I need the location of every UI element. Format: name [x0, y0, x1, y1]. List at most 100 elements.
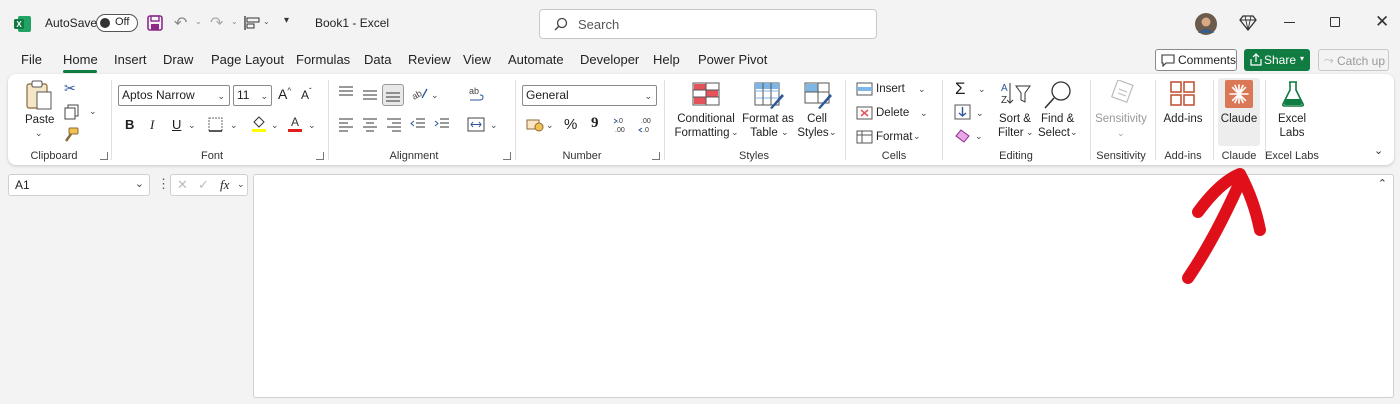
merge-center-icon[interactable] [467, 117, 485, 133]
tab-developer[interactable]: Developer [580, 52, 639, 67]
align-right-icon[interactable] [386, 118, 402, 132]
paste-icon[interactable] [25, 80, 53, 110]
font-color-icon[interactable]: A [287, 115, 303, 133]
align-center-icon[interactable] [362, 118, 378, 132]
tab-home[interactable]: Home [63, 52, 98, 67]
fill-dropdown-icon[interactable]: ⌄ [976, 108, 984, 119]
font-name-dropdown-icon[interactable]: ⌄ [217, 87, 225, 106]
fill-color-icon[interactable] [251, 115, 267, 133]
minimize-icon[interactable] [1284, 22, 1295, 23]
paste-label[interactable]: Paste [25, 113, 54, 127]
decrease-indent-icon[interactable] [410, 118, 426, 132]
fill-icon[interactable] [954, 104, 971, 120]
fill-color-dropdown-icon[interactable]: ⌄ [271, 120, 279, 131]
add-ins-icon[interactable] [1169, 80, 1197, 108]
comma-style-button[interactable]: 9 [591, 115, 599, 132]
conditional-formatting-icon[interactable] [692, 82, 720, 108]
clipboard-launcher-icon[interactable] [100, 152, 108, 160]
format-cells-dropdown-icon[interactable]: ⌄ [913, 131, 921, 142]
collapse-ribbon-icon[interactable]: ⌄ [1374, 144, 1383, 157]
sensitivity-dropdown-icon[interactable]: ⌄ [1117, 128, 1125, 139]
format-as-table-icon[interactable] [754, 82, 784, 109]
conditional-formatting-dropdown-icon[interactable]: ⌄ [731, 127, 739, 138]
font-color-dropdown-icon[interactable]: ⌄ [308, 120, 316, 131]
format-as-table-label-1[interactable]: Format as [740, 112, 796, 126]
number-format-dropdown-icon[interactable]: ⌄ [644, 87, 652, 106]
merge-dropdown-icon[interactable]: ⌄ [490, 120, 498, 131]
claude-logo-icon[interactable] [1225, 80, 1253, 108]
formula-bar-options-icon[interactable]: ⋮ [157, 176, 170, 192]
borders-dropdown-icon[interactable]: ⌄ [230, 120, 238, 131]
tab-review[interactable]: Review [408, 52, 451, 67]
user-avatar[interactable] [1195, 13, 1217, 35]
catch-up-button[interactable]: ⤳ Catch up [1318, 49, 1389, 71]
increase-indent-icon[interactable] [434, 118, 450, 132]
wrap-text-icon[interactable]: ab [468, 86, 484, 104]
cell-styles-label-1[interactable]: Cell [801, 112, 833, 126]
excel-labs-label-2[interactable]: Labs [1270, 126, 1314, 140]
customize-toolbar-icon[interactable]: ▾ [284, 15, 289, 26]
share-dropdown-icon[interactable]: ▾ [1300, 54, 1304, 63]
underline-dropdown-icon[interactable]: ⌄ [188, 120, 196, 131]
align-left-icon[interactable] [338, 118, 354, 132]
conditional-formatting-label-2[interactable]: Formatting [672, 126, 732, 140]
italic-button[interactable]: I [150, 117, 154, 133]
increase-decimal-icon[interactable]: .0.00 [613, 115, 631, 135]
save-icon[interactable] [147, 15, 163, 31]
autosum-icon[interactable]: Σ [955, 79, 966, 99]
accounting-format-icon[interactable] [526, 117, 544, 133]
font-name-select[interactable]: Aptos Narrow ⌄ [118, 85, 230, 106]
clear-dropdown-icon[interactable]: ⌄ [975, 131, 983, 142]
tab-file[interactable]: File [21, 52, 42, 67]
align-dropdown-icon[interactable]: ⌄ [263, 17, 270, 26]
insert-cells-icon[interactable] [856, 82, 873, 96]
decrease-decimal-icon[interactable]: .00.0 [638, 115, 656, 135]
tab-view[interactable]: View [463, 52, 491, 67]
claude-button-label[interactable]: Claude [1219, 112, 1259, 126]
accounting-dropdown-icon[interactable]: ⌄ [546, 120, 554, 131]
clear-icon[interactable] [954, 128, 971, 143]
tab-power-pivot[interactable]: Power Pivot [698, 52, 767, 67]
sensitivity-icon[interactable] [1108, 80, 1138, 108]
insert-cells-label[interactable]: Insert [876, 82, 905, 96]
orientation-dropdown-icon[interactable]: ⌄ [431, 90, 439, 101]
premium-diamond-icon[interactable] [1239, 15, 1257, 31]
search-box[interactable]: Search [539, 9, 877, 39]
bottom-align-button[interactable] [382, 84, 404, 106]
borders-icon[interactable] [208, 117, 223, 132]
excel-labs-label-1[interactable]: Excel [1270, 112, 1314, 126]
alignment-launcher-icon[interactable] [503, 152, 511, 160]
tab-automate[interactable]: Automate [508, 52, 564, 67]
tab-help[interactable]: Help [653, 52, 680, 67]
tab-data[interactable]: Data [364, 52, 391, 67]
find-select-label-2[interactable]: Select [1038, 126, 1070, 140]
redo-icon[interactable]: ↷ [210, 13, 223, 33]
format-as-table-label-2[interactable]: Table [748, 126, 780, 140]
tab-formulas[interactable]: Formulas [296, 52, 350, 67]
format-cells-label[interactable]: Format [876, 130, 912, 144]
format-as-table-dropdown-icon[interactable]: ⌄ [781, 127, 789, 138]
maximize-icon[interactable] [1330, 17, 1340, 27]
format-painter-icon[interactable] [63, 127, 79, 143]
close-icon[interactable]: ✕ [1375, 12, 1389, 32]
find-select-label-1[interactable]: Find & [1041, 112, 1074, 126]
comments-button[interactable]: Comments [1155, 49, 1237, 71]
delete-cells-dropdown-icon[interactable]: ⌄ [920, 108, 928, 119]
sort-filter-label-1[interactable]: Sort & [999, 112, 1031, 126]
cancel-entry-icon[interactable]: ✕ [177, 177, 188, 193]
decrease-font-icon[interactable]: Aˇ [301, 87, 312, 102]
share-button[interactable]: Share ▾ [1244, 49, 1310, 71]
font-size-dropdown-icon[interactable]: ⌄ [260, 87, 268, 106]
insert-cells-dropdown-icon[interactable]: ⌄ [918, 84, 926, 95]
add-ins-button-label[interactable]: Add-ins [1161, 112, 1205, 126]
increase-font-icon[interactable]: A^ [278, 86, 291, 102]
find-select-icon[interactable] [1043, 80, 1073, 110]
cell-styles-dropdown-icon[interactable]: ⌄ [829, 127, 837, 138]
tab-page-layout[interactable]: Page Layout [211, 52, 284, 67]
name-box[interactable]: A1 ⌄ [8, 174, 150, 196]
delete-cells-label[interactable]: Delete [876, 106, 909, 120]
orientation-icon[interactable]: ab [410, 85, 428, 101]
paste-dropdown-icon[interactable]: ⌄ [35, 128, 43, 139]
copy-icon[interactable] [64, 104, 80, 120]
format-cells-icon[interactable] [856, 130, 873, 144]
